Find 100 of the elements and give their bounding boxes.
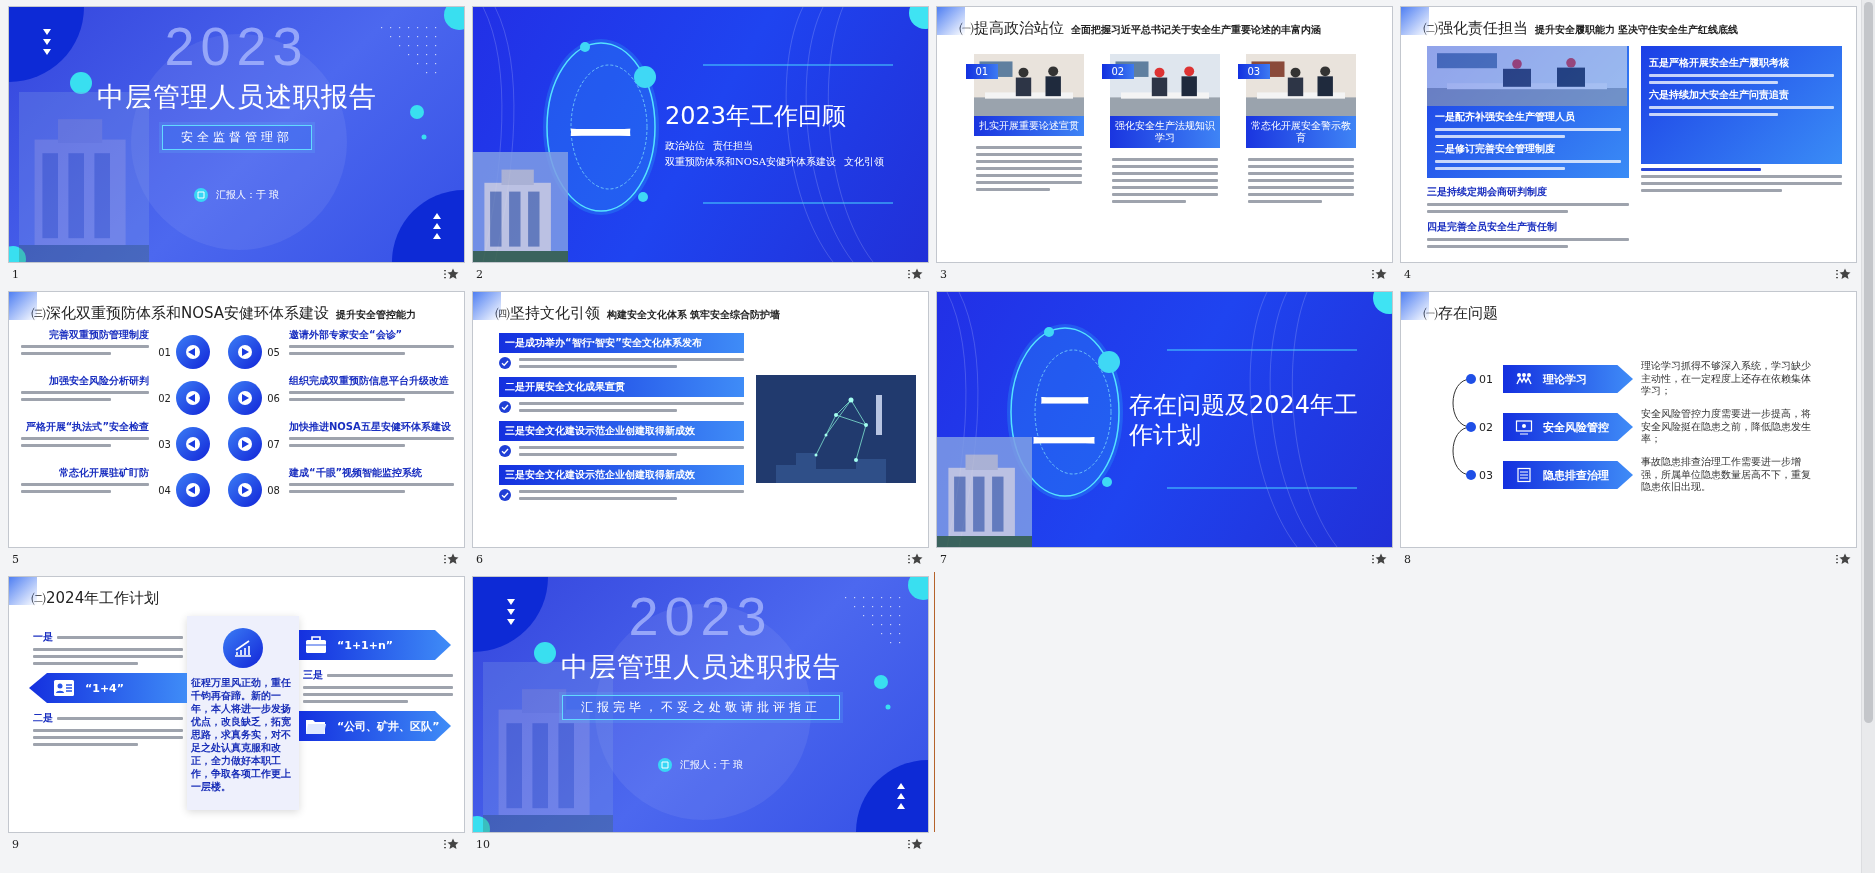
slide-number: 5 [12,552,19,566]
step-number: 08 [267,484,280,496]
item-heading: 常态化开展驻矿盯防 [58,467,149,479]
item-heading: 邀请外部专家安全“会诊” [289,329,404,341]
year-text: 2023 [164,19,309,73]
card-caption: 扎实开展重要论述宣贯 [973,116,1084,136]
section-heading: 四是完善全员安全生产责任制 [1427,220,1558,234]
slide-subtitle: 全面把握习近平总书记关于安全生产重要论述的丰富内涵 [1071,23,1321,37]
heading-banner: 三是安全文化建设示范企业创建取得新成效 [499,421,744,441]
section-heading: 三是持续定期会商研判制度 [1427,185,1548,199]
growth-chart-icon [223,628,263,668]
subtitle-banner: 安全监督管理部 [161,125,312,150]
item-heading: 组织完成双重预防信息平台升级改造 [289,375,450,387]
step-number: 02 [158,392,171,404]
left-arrow-circle-icon [174,380,211,416]
card-caption: 强化安全生产法规知识学习 [1109,116,1220,148]
right-arrow-circle-icon [227,334,264,370]
topic-label: 政治站位 [665,138,705,153]
star-icon [443,553,459,565]
slide-thumbnail[interactable]: ㈠存在问题 01 理论学习 理论学习抓得不够深入系统，学习缺少主动性，在一定程度上还存在依赖集体学习； 02 安全风险管控 安全风险管控力度需要进一步提高，将安全风险挺在隐患之前，降低隐患发生率； 03 隐患排查治理 事故隐患排查治理工作需要进一步增强，所属单位隐患数量居高不下，重复隐患依旧出现。 [1400,291,1857,548]
slide-thumbnail[interactable]: 2023 中层管理人员述职报告 汇报完毕，不妥之处敬请批评指正 汇报人：于 琅 [472,576,929,833]
section-numeral: 二 [1033,387,1097,452]
scrollbar-thumb[interactable] [1864,2,1873,723]
star-icon [907,553,923,565]
item-heading: 严格开展“执法式”安全检查 [24,421,149,433]
slide-number: 10 [476,837,490,851]
logo-icon [657,758,672,772]
step-number: 05 [267,346,280,358]
item-heading: 建成“千眼”视频智能监控系统 [289,467,424,479]
right-arrow-circle-icon [227,472,264,508]
banner-label: “1+1+n” [337,638,394,652]
topic-label: 双重预防体系和NOSA安健环体系建设 [665,154,837,169]
topic-label: 隐患排查治理 [1543,467,1609,483]
step-number: 06 [267,392,280,404]
check-icon [499,357,511,369]
slide-thumbnail[interactable]: 2023 中层管理人员述职报告 安全监督管理部 汇报人：于 琅 [8,6,465,263]
heading-banner: 二是开展安全文化成果宣贯 [499,377,744,397]
problem-description: 安全风险管控力度需要进一步提高，将安全风险挺在隐患之前，降低隐患发生率； [1641,408,1812,446]
slide-number: 4 [1404,267,1411,281]
slide-subtitle: 提升安全履职能力 坚决守住安全生产红线底线 [1535,23,1739,37]
slide-thumbnail[interactable]: ㈠提高政治站位 全面把握习近平总书记关于安全生产重要论述的丰富内涵 01 扎实开展重要论述宣贯 02 强化安全生产法规知识学习 03 常态化开展安全警示教育 [936,6,1393,263]
section-heading: 一是配齐补强安全生产管理人员 [1435,110,1576,124]
left-arrow-circle-icon [174,472,211,508]
slide-title: 中层管理人员述职报告 [560,650,841,684]
slide-thumbnail[interactable]: ㈡2024年工作计划 一是 “1+4” 二是 征程万里风正劲，重任千钧再奋蹄。新的一年，本人将进一步发扬优点，改良缺乏，拓宽思路，求真务实，对不足之处认真克服和改正，全力做好本职工作，争取各项工作更上一层楼。 “1+1+n” 三是 “公司、矿井、区队” [8,576,465,833]
item-label: 一是 [33,630,53,644]
heading-banner: 一是成功举办“智行·智安”安全文化体系发布 [499,333,744,353]
step-number: 04 [158,484,171,496]
reporter-name: 汇报人：于 琅 [679,758,744,772]
section-numeral: 一 [569,102,633,167]
banner-label: “1+4” [85,681,124,695]
star-icon [907,838,923,850]
step-number: 02 [1479,420,1494,434]
topic-label: 责任担当 [713,138,753,153]
slide-thumbnail[interactable]: ㈢深化双重预防体系和NOSA安健环体系建设 提升安全管控能力 完善双重预防管理制度 加强安全风险分析研判 严格开展“执法式”安全检查 常态化开展驻矿盯防 01 02 03 04 05 06 07 08 邀请外部专家安全“会诊” 组织完成双重预防信息平台升级改造 加快推进NOSA五星安健环体系建设 建成“千眼”视频智能监控系统 [8,291,465,548]
slide-thumbnail[interactable]: 二 存在问题及2024年工作计划 [936,291,1393,548]
section-title: 2023年工作回顾 [665,100,848,131]
step-number: 01 [158,346,171,358]
slide-title: ㈠存在问题 [1423,304,1498,323]
slide-subtitle: 提升安全管控能力 [336,308,417,322]
logo-icon [193,188,208,202]
step-number: 03 [1479,468,1494,482]
check-icon [499,401,511,413]
briefcase-icon [305,635,327,655]
slide-subtitle: 构建安全文化体系 筑牢安全综合防护墙 [607,308,781,322]
slide-number: 7 [940,552,947,566]
section-title: 存在问题及2024年工作计划 [1129,389,1359,450]
slide-thumbnail[interactable]: 一 2023年工作回顾 政治站位 责任担当 双重预防体系和NOSA安健环体系建设 文化引领 [472,6,929,263]
star-icon [1371,553,1387,565]
step-number: 03 [158,438,171,450]
topic-label: 安全风险管控 [1543,419,1609,435]
slide-thumbnail[interactable]: ㈡强化责任担当 提升安全履职能力 坚决守住安全生产红线底线 一是配齐补强安全生产管理人员 二是修订完善安全管理制度 三是持续定期会商研判制度 四是完善全员安全生产责任制 五是严格开展安全生产履职考核 六是持续加大安全生产问责追责 [1400,6,1857,263]
left-arrow-circle-icon [174,334,211,370]
number-badge: 02 [1101,64,1135,79]
star-icon [907,268,923,280]
slide-thumbnail[interactable]: ㈣坚持文化引领 构建安全文化体系 筑牢安全综合防护墙 一是成功举办“智行·智安”安全文化体系发布 二是开展安全文化成果宣贯 三是安全文化建设示范企业创建取得新成效 三是安全文化建设示范企业创建取得新成效 [472,291,929,548]
item-label: 三是 [303,668,323,682]
star-icon [443,268,459,280]
star-icon [1835,553,1851,565]
section-heading: 六是持续加大安全生产问责追责 [1648,88,1790,102]
quote-text: 征程万里风正劲，重任千钧再奋蹄。新的一年，本人将进一步发扬优点，改良缺乏，拓宽思路，求真务实，对不足之处认真克服和改正，全力做好本职工作，争取各项工作更上一层楼。 [191,676,292,793]
subtitle-banner: 汇报完毕，不妥之处敬请批评指正 [561,695,840,720]
slide-number: 2 [476,267,483,281]
slide-number: 3 [940,267,947,281]
list-icon [1515,467,1533,483]
problem-description: 理论学习抓得不够深入系统，学习缺少主动性，在一定程度上还存在依赖集体学习； [1641,360,1812,398]
item-heading: 完善双重预防管理制度 [48,329,149,341]
step-number: 01 [1479,372,1494,386]
right-arrow-circle-icon [227,380,264,416]
star-icon [443,838,459,850]
section-heading: 二是修订完善安全管理制度 [1435,142,1556,156]
heading-banner: 三是安全文化建设示范企业创建取得新成效 [499,465,744,485]
item-heading: 加强安全风险分析研判 [48,375,149,387]
slide-number: 9 [12,837,19,851]
slide-number: 6 [476,552,483,566]
topic-label: 文化引领 [844,154,885,169]
slide-number: 1 [12,267,19,281]
scrollbar[interactable] [1861,0,1875,873]
star-icon [1371,268,1387,280]
slide-number: 8 [1404,552,1411,566]
